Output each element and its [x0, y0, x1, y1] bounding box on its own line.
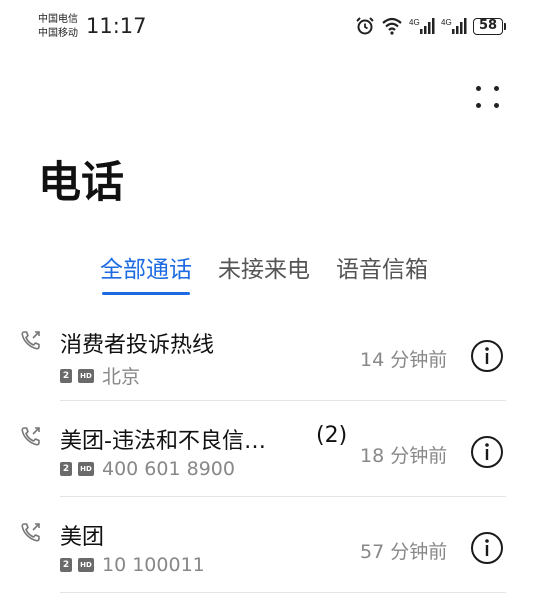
- outgoing-call-icon: [21, 427, 40, 446]
- network-type-1: 4G: [409, 18, 420, 27]
- status-clock: 11:17: [86, 14, 147, 38]
- tab-all-calls[interactable]: 全部通话: [100, 250, 192, 295]
- carrier-names: 中国电信 中国移动: [38, 13, 78, 41]
- sim-card-badge: 2: [60, 558, 72, 572]
- dot: [476, 86, 481, 91]
- info-icon[interactable]: [470, 339, 504, 373]
- dot: [494, 86, 499, 91]
- call-details: 2 HD 10 100011: [60, 554, 205, 576]
- info-icon[interactable]: [470, 435, 504, 469]
- page-title: 电话: [38, 158, 124, 208]
- call-log-item[interactable]: 美团 2 HD 10 100011 57 分钟前: [0, 497, 542, 593]
- divider: [60, 592, 506, 593]
- dot: [494, 103, 499, 108]
- tab-voicemail[interactable]: 语音信箱: [336, 250, 428, 292]
- call-location: 北京: [102, 366, 141, 388]
- signal-icon-sim1: 4G: [409, 18, 435, 34]
- wifi-icon: [382, 17, 402, 35]
- status-icons: 4G 4G 58: [355, 16, 506, 36]
- more-options-button[interactable]: [474, 82, 504, 112]
- hd-call-badge: HD: [78, 462, 94, 476]
- contact-name: 美团-违法和不良信…: [60, 429, 266, 454]
- call-details: 2 HD 400 601 8900: [60, 458, 235, 480]
- status-bar: 中国电信 中国移动 11:17 4G 4G 58: [0, 0, 542, 56]
- sim-card-badge: 2: [60, 462, 72, 476]
- alarm-icon: [356, 17, 374, 35]
- battery-level: 58: [473, 17, 503, 35]
- call-log-list: 消费者投诉热线 2 HD 北京 14 分钟前 美团-违法和不良信… (2) 2 …: [0, 305, 542, 593]
- signal-icon-sim2: 4G: [441, 18, 467, 34]
- call-time: 18 分钟前: [360, 445, 448, 467]
- tab-missed-calls[interactable]: 未接来电: [218, 250, 310, 292]
- carrier-1: 中国电信: [38, 14, 78, 25]
- call-log-item[interactable]: 消费者投诉热线 2 HD 北京 14 分钟前: [0, 305, 542, 401]
- sim-card-badge: 2: [60, 368, 72, 383]
- phone-number: 10 100011: [102, 554, 205, 576]
- call-log-item[interactable]: 美团-违法和不良信… (2) 2 HD 400 601 8900 18 分钟前: [0, 401, 542, 497]
- dot: [476, 103, 481, 108]
- carrier-2: 中国移动: [38, 28, 78, 39]
- call-time: 57 分钟前: [360, 541, 448, 563]
- outgoing-call-icon: [21, 523, 40, 542]
- hd-call-badge: HD: [78, 558, 94, 572]
- phone-number: 400 601 8900: [102, 458, 235, 480]
- battery-icon: 58: [473, 17, 506, 35]
- contact-name: 消费者投诉热线: [60, 333, 215, 358]
- contact-name: 美团: [60, 525, 105, 550]
- call-count: (2): [316, 423, 348, 448]
- tab-bar: 全部通话 未接来电 语音信箱: [100, 250, 428, 295]
- outgoing-call-icon: [21, 331, 40, 350]
- call-details: 2 HD 北京: [60, 362, 140, 389]
- call-time: 14 分钟前: [360, 349, 448, 371]
- info-icon[interactable]: [470, 531, 504, 565]
- network-type-2: 4G: [441, 18, 452, 27]
- hd-call-badge: HD: [78, 368, 94, 383]
